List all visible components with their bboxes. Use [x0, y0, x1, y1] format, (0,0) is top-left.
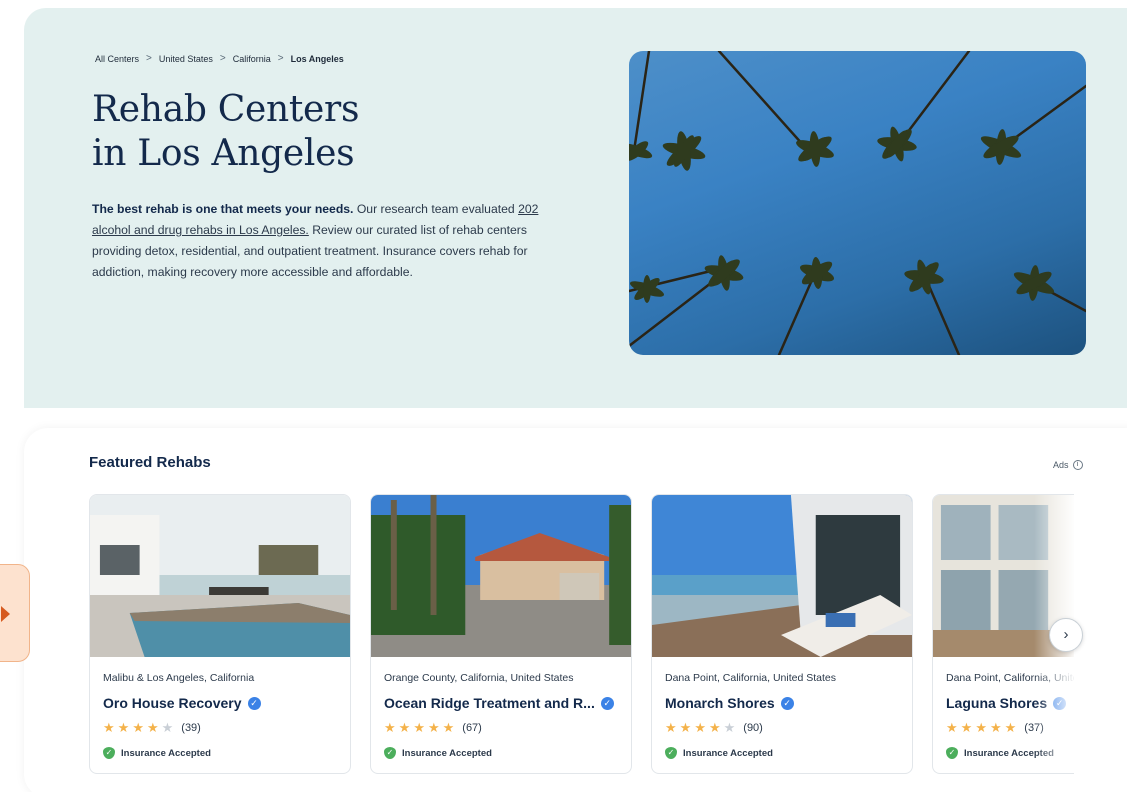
breadcrumb: All Centers > United States > California… — [95, 53, 344, 64]
star-icon: ★ — [946, 720, 958, 735]
review-count: (39) — [181, 722, 201, 734]
star-icon: ★ — [117, 720, 130, 735]
insurance-accepted: ✓ Insurance Accepted — [665, 747, 773, 759]
verified-check-icon: ✓ — [600, 696, 614, 710]
breadcrumb-united-states[interactable]: United States — [159, 54, 213, 64]
card-photo — [652, 495, 912, 657]
card-name-text: Monarch Shores — [665, 695, 775, 711]
hero-description: The best rehab is one that meets your ne… — [92, 199, 562, 283]
breadcrumb-separator: > — [146, 53, 152, 64]
page-title-line2: in Los Angeles — [92, 133, 355, 174]
star-icon: ★ — [694, 720, 706, 735]
star-icon: ★ — [427, 720, 440, 735]
star-icon: ★ — [975, 720, 987, 735]
card-name[interactable]: Oro House Recovery ✓ — [103, 695, 261, 711]
hero-desc-text1: Our research team evaluated — [353, 202, 519, 216]
card-name[interactable]: Ocean Ridge Treatment and R... ✓ — [384, 695, 614, 711]
card-rating: ★ ★ ★ ★ ★ (90) — [665, 720, 763, 736]
shield-check-icon: ✓ — [665, 747, 677, 759]
hero-desc-bold: The best rehab is one that meets your ne… — [92, 202, 354, 216]
breadcrumb-california[interactable]: California — [233, 54, 271, 64]
review-count: (67) — [462, 722, 482, 734]
rehab-card-ocean-ridge[interactable]: Orange County, California, United States… — [370, 494, 632, 774]
shield-check-icon: ✓ — [946, 747, 958, 759]
verified-check-icon: ✓ — [247, 696, 261, 710]
featured-rehabs-title: Featured Rehabs — [89, 454, 211, 471]
star-icon: ★ — [442, 720, 455, 735]
insurance-label: Insurance Accepted — [683, 747, 773, 759]
breadcrumb-separator: > — [277, 53, 284, 64]
card-name-text: Laguna Shores — [946, 695, 1048, 711]
carousel-next-button[interactable]: › — [1049, 618, 1083, 652]
star-icon: ★ — [665, 720, 677, 735]
review-count: (90) — [743, 722, 763, 734]
insurance-label: Insurance Accepted — [402, 747, 492, 759]
play-arrow-icon — [1, 606, 10, 622]
page-title: Rehab Centers in Los Angeles — [92, 88, 512, 176]
page-title-line1: Rehab Centers — [92, 89, 360, 130]
ads-label[interactable]: Ads i — [1053, 460, 1083, 470]
card-location: Orange County, California, United States — [384, 672, 574, 684]
breadcrumb-all-centers[interactable]: All Centers — [95, 54, 139, 64]
hero-palm-trees-image — [629, 51, 1086, 355]
insurance-accepted: ✓ Insurance Accepted — [384, 747, 492, 759]
star-icon: ★ — [708, 720, 721, 735]
chevron-right-icon: › — [1063, 626, 1069, 643]
featured-rehabs-section: Featured Rehabs Ads i Malibu & Los Angel… — [24, 428, 1127, 792]
star-icon: ★ — [384, 720, 396, 735]
breadcrumb-separator: > — [219, 53, 226, 64]
insurance-label: Insurance Accepted — [121, 747, 211, 759]
star-icon: ★ — [398, 720, 411, 735]
star-icon: ★ — [132, 720, 144, 735]
rehab-card-oro-house[interactable]: Malibu & Los Angeles, California Oro Hou… — [89, 494, 351, 774]
verified-check-icon: ✓ — [780, 696, 794, 710]
shield-check-icon: ✓ — [103, 747, 115, 759]
insurance-accepted: ✓ Insurance Accepted — [103, 747, 211, 759]
star-icon: ★ — [413, 720, 425, 735]
ads-text: Ads — [1053, 460, 1069, 470]
card-photo — [90, 495, 350, 657]
breadcrumb-current: Los Angeles — [290, 53, 344, 64]
card-photo — [371, 495, 631, 657]
rehab-card-monarch-shores[interactable]: Dana Point, California, United States Mo… — [651, 494, 913, 774]
star-icon: ★ — [103, 720, 115, 735]
card-location: Malibu & Los Angeles, California — [103, 672, 255, 684]
star-icon: ★ — [960, 720, 973, 735]
card-rating: ★ ★ ★ ★ ★ (67) — [384, 720, 482, 736]
side-help-tab[interactable] — [0, 564, 30, 662]
card-rating: ★ ★ ★ ★ ★ (39) — [103, 720, 201, 736]
card-name-text: Oro House Recovery — [103, 695, 242, 711]
star-icon: ★ — [679, 720, 692, 735]
star-half-icon: ★ — [723, 720, 736, 735]
star-icon: ★ — [1004, 720, 1017, 735]
card-name-text: Ocean Ridge Treatment and R... — [384, 695, 595, 711]
card-name[interactable]: Monarch Shores ✓ — [665, 695, 794, 711]
star-half-icon: ★ — [161, 720, 174, 735]
info-icon[interactable]: i — [1072, 460, 1083, 470]
hero-section: All Centers > United States > California… — [24, 8, 1127, 408]
star-icon: ★ — [989, 720, 1002, 735]
shield-check-icon: ✓ — [384, 747, 396, 759]
star-icon: ★ — [146, 720, 159, 735]
card-location: Dana Point, California, United States — [665, 672, 837, 684]
card-rating: ★★★★★ (37) — [946, 720, 1044, 736]
